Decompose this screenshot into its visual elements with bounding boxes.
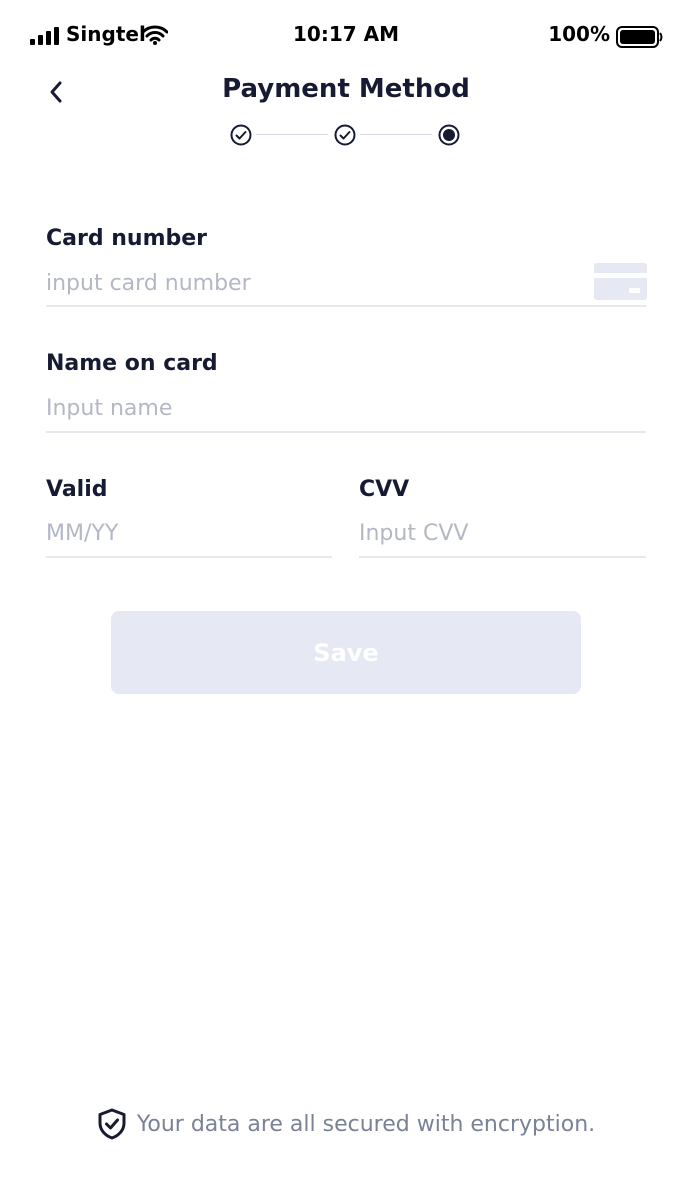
stepper-connector — [256, 134, 328, 135]
battery-icon — [616, 26, 663, 48]
check-circle-icon — [334, 124, 356, 146]
expiry-underline — [46, 556, 332, 558]
radio-current-icon — [438, 124, 460, 146]
cvv-underline — [359, 556, 646, 558]
valid-label: Valid — [46, 477, 108, 502]
security-text: Your data are all secured with encryptio… — [136, 1111, 596, 1137]
expiry-date-input[interactable] — [46, 516, 332, 550]
security-notice: Your data are all secured with encryptio… — [0, 1108, 692, 1140]
battery-percentage: 100% — [548, 22, 610, 46]
cvv-label: CVV — [359, 477, 410, 502]
save-button[interactable]: Save — [111, 611, 581, 694]
status-bar: Singtel 10:17 AM 100% — [0, 0, 692, 70]
credit-card-icon — [594, 263, 647, 300]
card-number-input[interactable] — [46, 266, 576, 300]
name-on-card-underline — [46, 431, 646, 433]
name-on-card-label: Name on card — [46, 351, 218, 376]
stepper-connector — [360, 134, 432, 135]
shield-check-icon — [98, 1108, 126, 1140]
progress-stepper — [228, 122, 464, 148]
cvv-input[interactable] — [359, 516, 646, 550]
name-on-card-input[interactable] — [46, 391, 646, 425]
check-circle-icon — [230, 124, 252, 146]
page-title: Payment Method — [222, 74, 470, 104]
card-number-underline — [46, 305, 646, 307]
card-number-label: Card number — [46, 226, 208, 251]
